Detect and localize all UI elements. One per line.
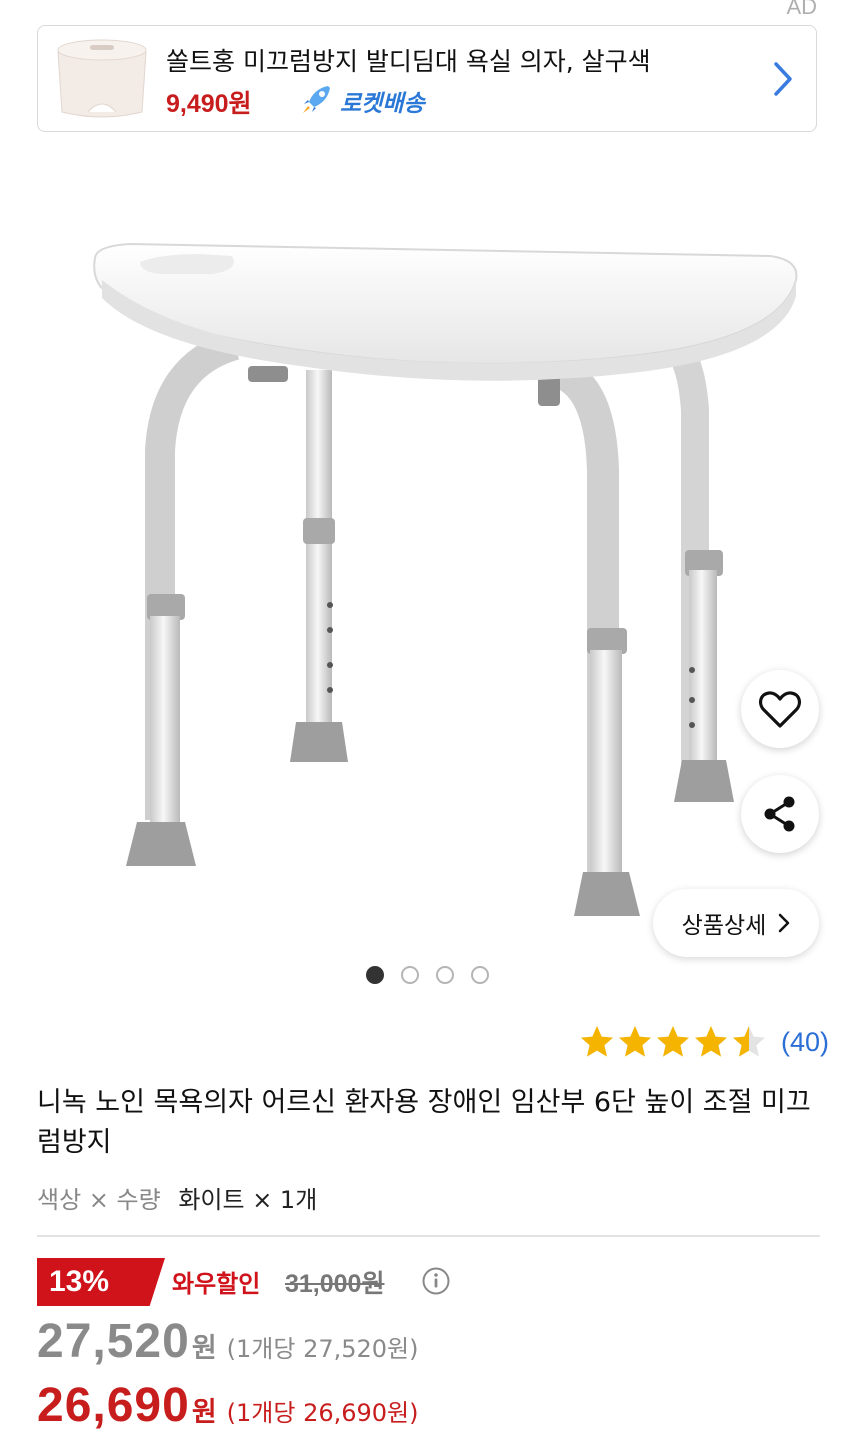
product-title: 니녹 노인 목욕의자 어르신 환자용 장애인 임산부 6단 높이 조절 미끄럼방… [37,1087,811,1158]
product-detail-button[interactable]: 상품상세 [653,889,819,957]
ad-title[interactable]: 쏠트홍 미끄럼방지 발디딤대 욕실 의자, 살구색 [166,42,651,78]
sale-price-row: 27,520 원 (1개당 27,520원) [37,1314,419,1369]
carousel-dot[interactable] [471,966,489,984]
info-icon[interactable] [421,1266,451,1296]
share-button[interactable] [741,775,819,853]
ad-banner[interactable]: 쏠트홍 미끄럼방지 발디딤대 욕실 의자, 살구색 9,490원 로켓배송 [37,25,817,132]
rocket-delivery-label: 로켓배송 [340,91,425,117]
carousel-dot[interactable] [366,966,384,984]
carousel-dot[interactable] [401,966,419,984]
product-image-shower-chair[interactable] [0,150,855,950]
chevron-right-icon[interactable] [772,60,794,98]
star-icon [694,1026,727,1057]
rating-stars [579,1024,767,1060]
wow-price-row: 26,690 원 (1개당 26,690원) [37,1378,419,1433]
wow-price: 26,690 [37,1379,190,1432]
sale-price-unit: 원 [191,1333,217,1364]
rocket-icon [303,86,330,113]
wow-price-unit: 원 [191,1397,217,1428]
ad-label: AD [786,0,817,19]
carousel-dot[interactable] [436,966,454,984]
wow-unit-price: (1개당 26,690원) [226,1399,419,1427]
options-value: 화이트 × 1개 [178,1186,318,1214]
chevron-right-icon [779,913,790,933]
options-label: 색상 × 수량 [37,1186,161,1214]
divider [37,1235,820,1237]
product-rating[interactable]: (40) [579,1024,829,1060]
carousel-indicator [366,966,489,984]
star-icon [580,1026,613,1057]
star-icon [618,1026,651,1057]
ad-price: 9,490원 [166,90,252,118]
sale-price: 27,520 [37,1315,190,1368]
original-price: 31,000원 [285,1270,385,1298]
wishlist-button[interactable] [741,670,819,748]
sale-unit-price: (1개당 27,520원) [226,1335,419,1363]
heart-icon [758,691,802,728]
wow-discount-label: 와우할인 [172,1270,261,1298]
product-detail-label: 상품상세 [681,913,767,939]
share-icon [764,796,795,832]
star-icon [656,1026,689,1057]
ad-product-thumbnail [44,32,160,126]
star-icon [732,1026,765,1057]
selected-options[interactable]: 색상 × 수량 화이트 × 1개 [37,1180,317,1215]
review-count[interactable]: (40) [781,1027,829,1058]
discount-badge: 13% [37,1258,165,1306]
